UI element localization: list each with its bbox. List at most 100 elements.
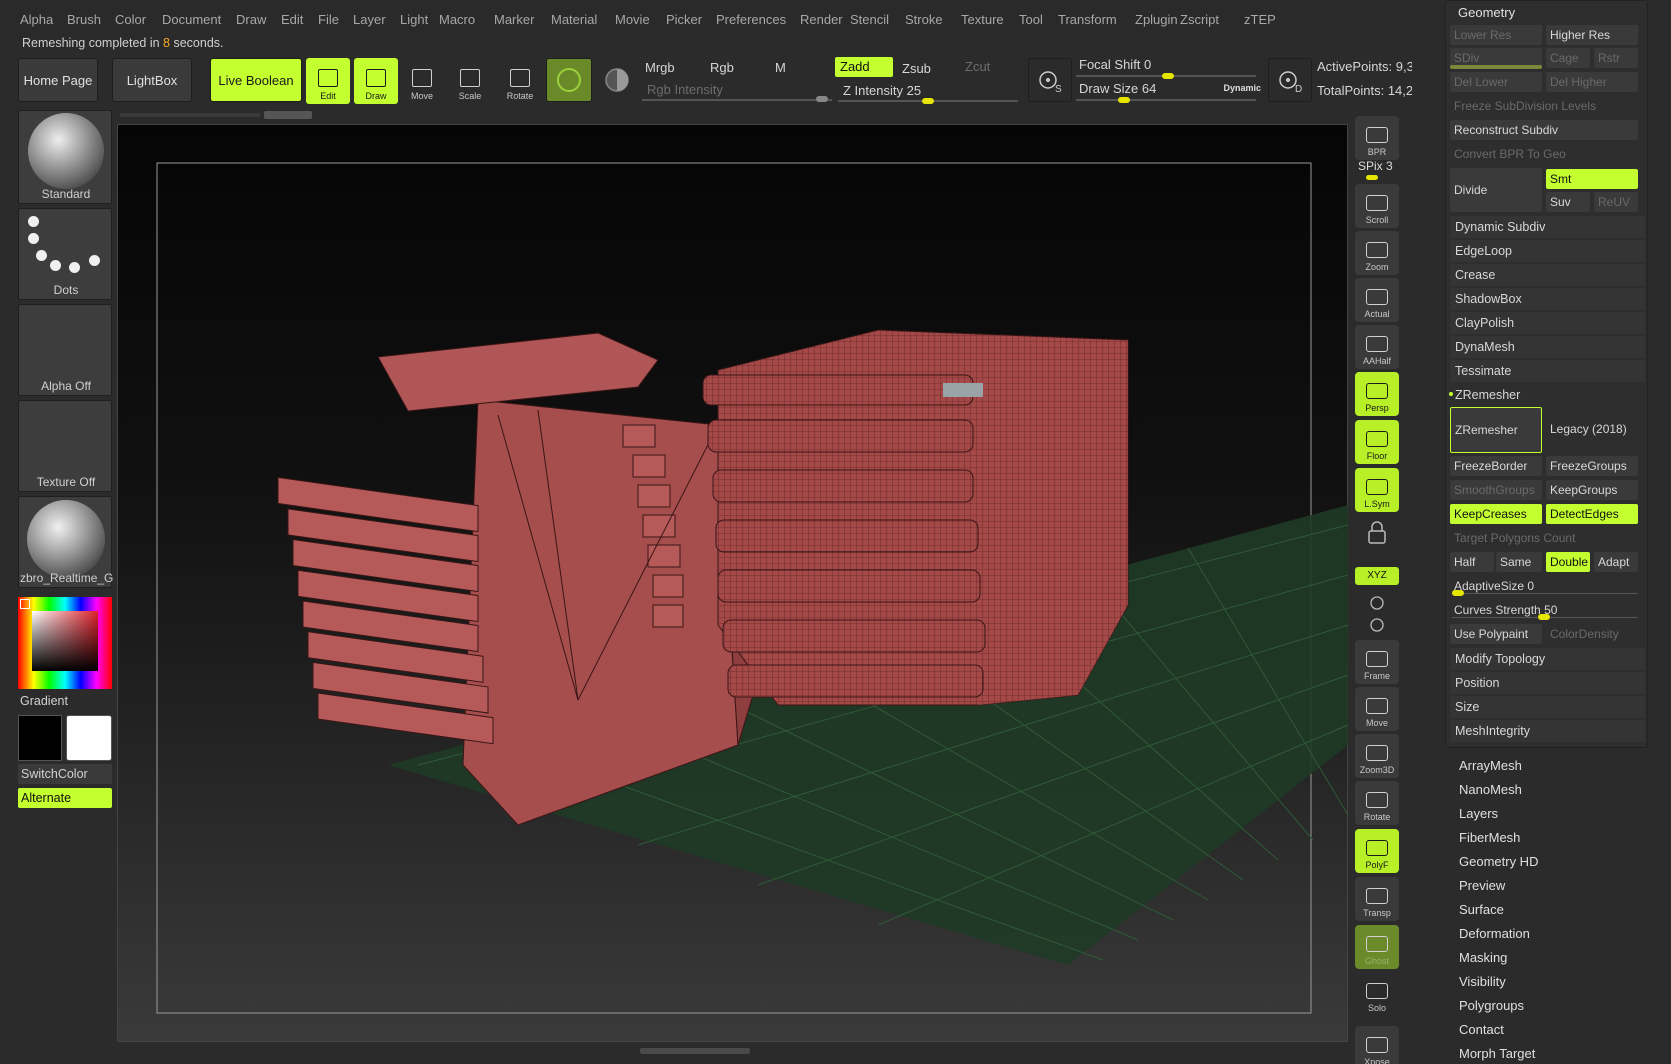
zoom3d-button[interactable]: Zoom3D (1355, 734, 1399, 778)
crease-section[interactable]: Crease (1450, 264, 1645, 286)
shadowbox-section[interactable]: ShadowBox (1450, 288, 1645, 310)
subpalette-morph-target[interactable]: Morph Target (1459, 1046, 1535, 1061)
zoom-button[interactable]: Zoom (1355, 231, 1399, 275)
live-boolean-button[interactable]: Live Boolean (210, 58, 302, 102)
subpalette-nanomesh[interactable]: NanoMesh (1459, 782, 1522, 797)
detect-edges-toggle[interactable]: DetectEdges (1546, 504, 1638, 524)
legacy-button[interactable]: Legacy (2018) (1546, 407, 1638, 453)
alternate-button[interactable]: Alternate (18, 788, 112, 808)
menu-layer[interactable]: Layer (353, 12, 386, 27)
claypolish-section[interactable]: ClayPolish (1450, 312, 1645, 334)
lower-res-button[interactable]: Lower Res (1450, 25, 1542, 45)
subpalette-masking[interactable]: Masking (1459, 950, 1507, 965)
ghost-button[interactable]: Ghost (1355, 925, 1399, 969)
mesh-integrity-section[interactable]: MeshIntegrity (1450, 720, 1645, 742)
aahalf-button[interactable]: AAHalf (1355, 325, 1399, 369)
color-picker[interactable] (18, 597, 112, 689)
persp-button[interactable]: Persp (1355, 372, 1399, 416)
rgb-intensity-knob[interactable] (816, 96, 828, 102)
menu-picker[interactable]: Picker (666, 12, 702, 27)
freeze-groups-toggle[interactable]: FreezeGroups (1546, 456, 1638, 476)
edit-mode-button[interactable]: Edit (306, 58, 350, 104)
focal-shift-slider[interactable]: Focal Shift 0 (1074, 55, 1254, 75)
subpalette-arraymesh[interactable]: ArrayMesh (1459, 758, 1522, 773)
menu-brush[interactable]: Brush (67, 12, 101, 27)
bottom-tray-handle[interactable] (640, 1048, 750, 1054)
stroke-d-button[interactable]: D (1268, 58, 1312, 102)
m-button[interactable]: M (770, 58, 830, 78)
freeze-border-toggle[interactable]: FreezeBorder (1450, 456, 1542, 476)
color-sv-square[interactable] (32, 611, 98, 671)
zremesher-section[interactable]: ZRemesher (1450, 384, 1645, 406)
size-section[interactable]: Size (1450, 696, 1645, 718)
dynamic-subdiv-section[interactable]: Dynamic Subdiv (1450, 216, 1645, 238)
dynamic-toggle[interactable]: Dynamic (1195, 78, 1265, 98)
subpalette-fibermesh[interactable]: FiberMesh (1459, 830, 1520, 845)
move-mode-button[interactable]: Move (400, 58, 444, 104)
spix-slider[interactable]: SPix 3 (1358, 159, 1393, 173)
target-polygons-slider[interactable]: Target Polygons Count (1450, 528, 1638, 548)
menu-tool[interactable]: Tool (1019, 12, 1043, 27)
lightbox-button[interactable]: LightBox (112, 58, 192, 102)
move-button[interactable]: Move (1355, 687, 1399, 731)
adapt-toggle[interactable]: Adapt (1594, 552, 1638, 572)
viewport-canvas[interactable] (117, 124, 1349, 1042)
keep-groups-toggle[interactable]: KeepGroups (1546, 480, 1638, 500)
zremesher-button[interactable]: ZRemesher (1450, 407, 1542, 453)
rgb-intensity-slider[interactable]: Rgb Intensity (642, 80, 822, 100)
curves-strength-knob[interactable] (1538, 614, 1550, 620)
draw-size-slider[interactable]: Draw Size 64 (1074, 79, 1194, 99)
frame-button[interactable]: Frame (1355, 640, 1399, 684)
subpalette-visibility[interactable]: Visibility (1459, 974, 1506, 989)
menu-file[interactable]: File (318, 12, 339, 27)
xyz-symmetry-button[interactable]: XYZ (1355, 567, 1399, 585)
smt-toggle[interactable]: Smt (1546, 169, 1638, 189)
subpalette-polygroups[interactable]: Polygroups (1459, 998, 1524, 1013)
material-sphere-toggle[interactable] (600, 60, 634, 100)
menu-render[interactable]: Render (800, 12, 843, 27)
menu-light[interactable]: Light (400, 12, 428, 27)
switch-color-button[interactable]: SwitchColor (18, 764, 112, 784)
stroke-selector[interactable]: Dots (18, 208, 112, 300)
divide-button[interactable]: Divide (1450, 168, 1542, 212)
menu-texture[interactable]: Texture (961, 12, 1004, 27)
z-intensity-knob[interactable] (922, 98, 934, 104)
subpalette-deformation[interactable]: Deformation (1459, 926, 1530, 941)
subpalette-contact[interactable]: Contact (1459, 1022, 1504, 1037)
texture-selector[interactable]: Texture Off (18, 400, 112, 492)
tessimate-section[interactable]: Tessimate (1450, 360, 1645, 382)
menu-ztep[interactable]: zTEP (1244, 12, 1276, 27)
zcut-button[interactable]: Zcut (960, 57, 1010, 77)
rotate-mode-button[interactable]: Rotate (498, 58, 542, 104)
edgeloop-section[interactable]: EdgeLoop (1450, 240, 1645, 262)
half-button[interactable]: Half (1450, 552, 1494, 572)
polyf-button[interactable]: PolyF (1355, 829, 1399, 873)
subpalette-layers[interactable]: Layers (1459, 806, 1498, 821)
main-color-swatch[interactable] (18, 715, 62, 761)
scroll-button[interactable]: Scroll (1355, 184, 1399, 228)
use-polypaint-toggle[interactable]: Use Polypaint (1450, 624, 1542, 644)
scale-mode-button[interactable]: Scale (448, 58, 492, 104)
menu-macro[interactable]: Macro (439, 12, 475, 27)
double-button[interactable]: Double (1546, 552, 1590, 572)
position-section[interactable]: Position (1450, 672, 1645, 694)
geometry-title[interactable]: Geometry (1458, 5, 1515, 20)
bpr-button[interactable]: BPR (1355, 116, 1399, 160)
menu-document[interactable]: Document (162, 12, 221, 27)
xpose-button[interactable]: Xpose (1355, 1026, 1399, 1064)
document-scroll-handle[interactable] (264, 111, 312, 119)
menu-draw[interactable]: Draw (236, 12, 266, 27)
keep-creases-toggle[interactable]: KeepCreases (1450, 504, 1542, 524)
brush-selector[interactable]: Standard (18, 110, 112, 204)
menu-preferences[interactable]: Preferences (716, 12, 786, 27)
actual-button[interactable]: Actual (1355, 278, 1399, 322)
rotate-button[interactable]: Rotate (1355, 781, 1399, 825)
suv-toggle[interactable]: Suv (1546, 192, 1590, 212)
draw-mode-button[interactable]: Draw (354, 58, 398, 104)
convert-bpr-button[interactable]: Convert BPR To Geo (1450, 144, 1638, 164)
lock-icon[interactable] (1366, 520, 1388, 546)
menu-edit[interactable]: Edit (281, 12, 303, 27)
menu-zplugin[interactable]: Zplugin (1135, 12, 1178, 27)
rstr-button[interactable]: Rstr (1594, 48, 1638, 68)
cage-button[interactable]: Cage (1546, 48, 1590, 68)
